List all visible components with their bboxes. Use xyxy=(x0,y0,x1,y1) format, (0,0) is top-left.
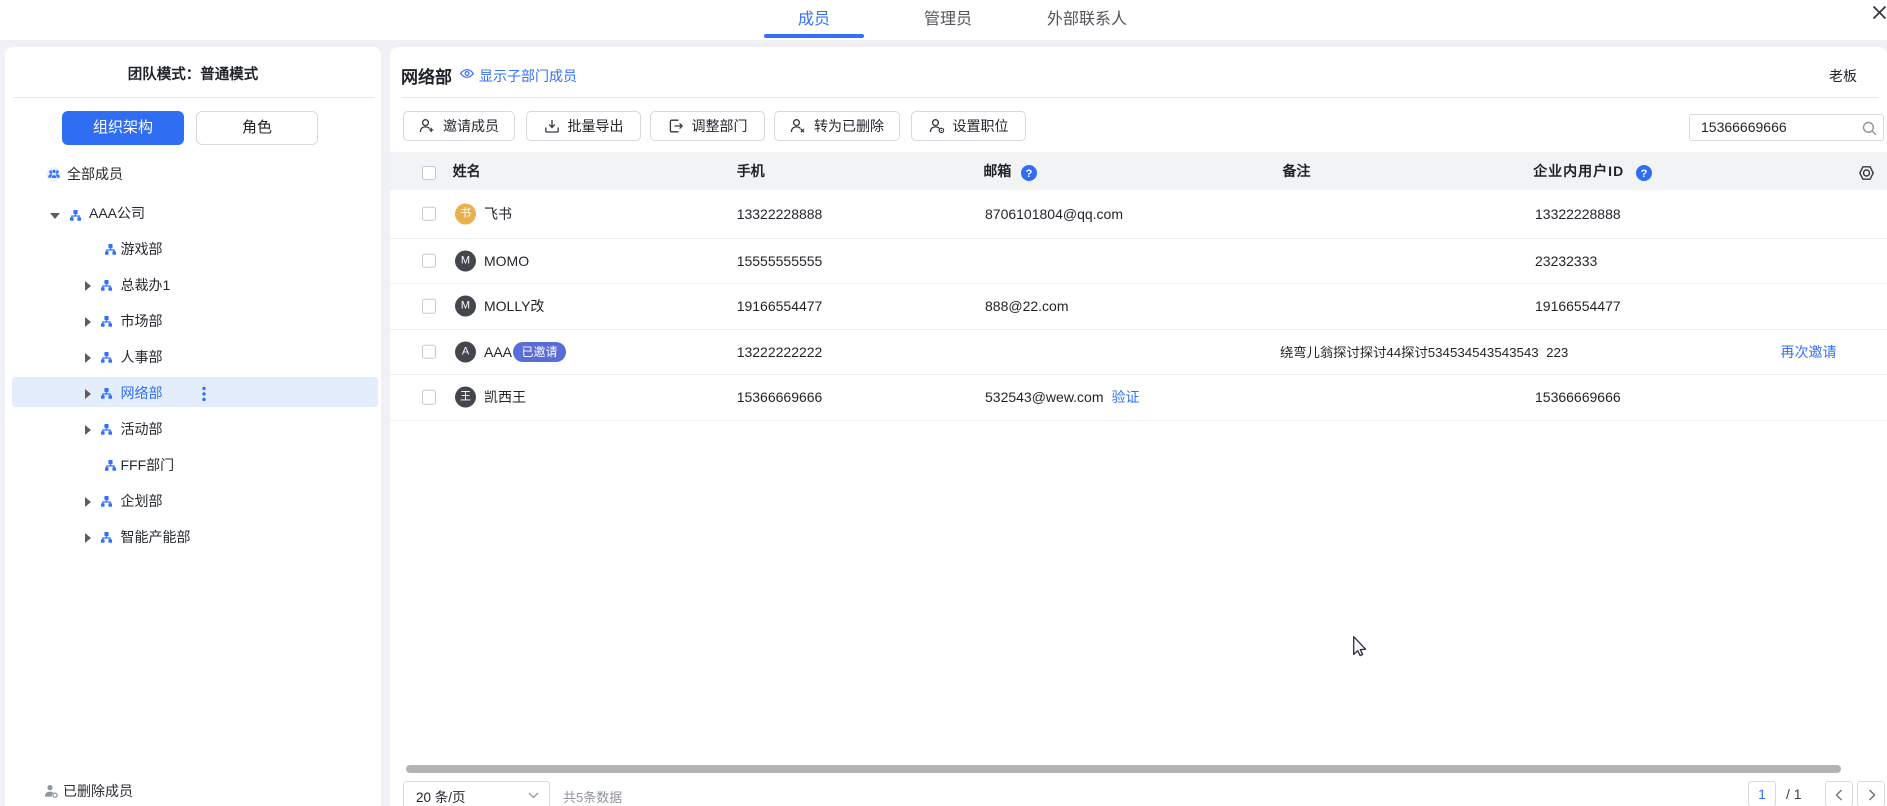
svg-text:?: ? xyxy=(1640,168,1647,180)
svg-text:?: ? xyxy=(1025,168,1032,180)
